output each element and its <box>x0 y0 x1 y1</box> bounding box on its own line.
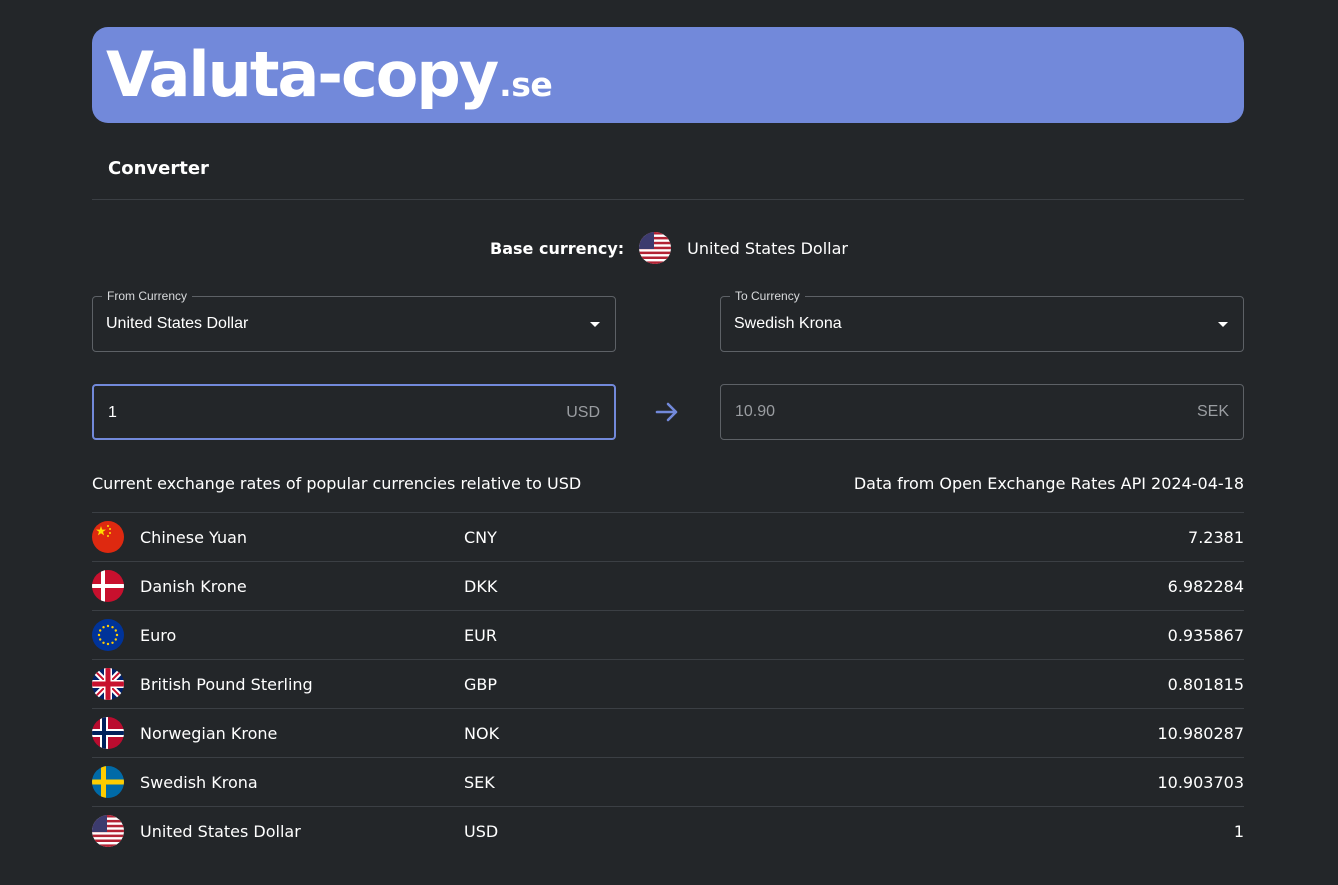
logo-main-text: Valuta-copy <box>106 38 499 111</box>
logo-tld-text: .se <box>499 65 553 104</box>
currency-code: EUR <box>464 626 497 645</box>
table-row: Swedish Krona SEK 10.903703 <box>92 757 1244 806</box>
table-row: Euro EUR 0.935867 <box>92 610 1244 659</box>
us-flag-icon <box>639 232 672 264</box>
uk-flag-icon <box>92 668 124 700</box>
currency-code: CNY <box>464 528 497 547</box>
to-currency-legend: To Currency <box>730 289 805 303</box>
tab-converter[interactable]: Converter <box>108 158 209 179</box>
rates-description: Current exchange rates of popular curren… <box>92 474 582 493</box>
to-currency-select[interactable]: To Currency Swedish Krona <box>720 289 1244 352</box>
currency-name: Norwegian Krone <box>140 724 278 743</box>
china-flag-icon <box>92 521 124 553</box>
us-flag-icon <box>92 815 124 847</box>
table-row: British Pound Sterling GBP 0.801815 <box>92 659 1244 708</box>
amount-input[interactable]: 1 USD <box>92 384 616 440</box>
data-source: Data from Open Exchange Rates API 2024-0… <box>853 474 1244 493</box>
currency-name: United States Dollar <box>140 822 301 841</box>
site-logo[interactable]: Valuta-copy.se <box>106 37 553 113</box>
currency-code: SEK <box>464 773 495 792</box>
norway-flag-icon <box>92 717 124 749</box>
sweden-flag-icon <box>92 766 124 798</box>
currency-rate: 10.903703 <box>1157 773 1244 792</box>
currency-name: British Pound Sterling <box>140 675 313 694</box>
denmark-flag-icon <box>92 570 124 602</box>
rates-table: Chinese Yuan CNY 7.2381 Danish Krone DKK… <box>92 512 1244 855</box>
currency-rate: 1 <box>1233 822 1244 841</box>
from-currency-legend: From Currency <box>102 289 193 303</box>
site-header: Valuta-copy.se <box>92 27 1244 123</box>
chevron-down-icon <box>1218 322 1228 327</box>
amount-value: 1 <box>108 404 117 421</box>
currency-rate: 0.935867 <box>1167 626 1244 645</box>
from-currency-select[interactable]: From Currency United States Dollar <box>92 289 616 352</box>
arrow-right-icon[interactable] <box>654 399 680 429</box>
currency-name: Euro <box>140 626 177 645</box>
result-value: 10.90 <box>735 403 776 420</box>
eu-flag-icon <box>92 619 124 651</box>
result-unit: SEK <box>1196 403 1229 420</box>
nav-divider <box>92 199 1244 200</box>
table-row: United States Dollar USD 1 <box>92 806 1244 855</box>
base-currency-row: Base currency: United States Dollar <box>0 231 1338 265</box>
from-currency-value: United States Dollar <box>106 315 249 332</box>
table-row: Norwegian Krone NOK 10.980287 <box>92 708 1244 757</box>
currency-rate: 10.980287 <box>1157 724 1244 743</box>
currency-code: GBP <box>464 675 498 694</box>
currency-code: NOK <box>464 724 500 743</box>
base-currency-value: United States Dollar <box>687 238 848 258</box>
result-field[interactable]: 10.90 SEK <box>720 384 1244 440</box>
currency-name: Chinese Yuan <box>140 528 248 547</box>
currency-rate: 7.2381 <box>1188 528 1244 547</box>
currency-rate: 0.801815 <box>1167 675 1244 694</box>
table-row: Danish Krone DKK 6.982284 <box>92 561 1244 610</box>
currency-code: USD <box>464 822 499 841</box>
currency-name: Danish Krone <box>140 577 247 596</box>
chevron-down-icon <box>590 322 600 327</box>
base-currency-label: Base currency: <box>490 238 625 258</box>
amount-unit: USD <box>566 404 600 421</box>
table-row: Chinese Yuan CNY 7.2381 <box>92 512 1244 561</box>
to-currency-value: Swedish Krona <box>734 315 842 332</box>
currency-code: DKK <box>464 577 498 596</box>
currency-name: Swedish Krona <box>140 773 258 792</box>
currency-rate: 6.982284 <box>1167 577 1244 596</box>
